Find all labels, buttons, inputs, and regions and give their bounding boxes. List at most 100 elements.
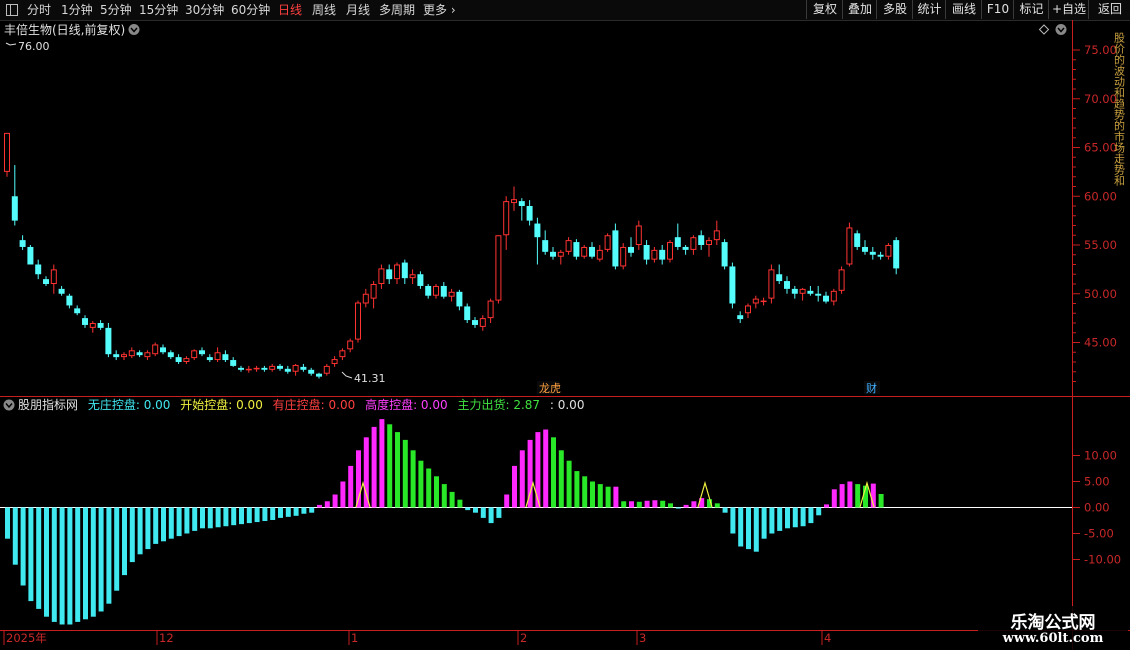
candle-6	[50, 264, 57, 294]
ind-bar-80	[629, 501, 634, 508]
candle-13	[105, 323, 112, 358]
period-tab-8[interactable]: 月线	[346, 1, 370, 19]
period-tab-2[interactable]: 5分钟	[100, 1, 132, 19]
candle-45	[355, 300, 361, 343]
candle-59	[464, 303, 471, 323]
candle-105	[823, 291, 829, 304]
ind-bar-91	[714, 503, 720, 508]
candle-64	[503, 196, 510, 250]
candle-29	[230, 357, 237, 367]
ind-bar-39	[309, 507, 315, 513]
period-tab-10[interactable]: 更多 ›	[423, 1, 456, 19]
ind-bar-81	[636, 501, 642, 508]
indicator-name: 股朋指标网	[18, 397, 78, 412]
ind-bar-107	[839, 484, 845, 508]
ind-bar-103	[808, 507, 814, 524]
badge-cai[interactable]: 财	[864, 381, 880, 395]
time-axis: 2025年 12 1 2 3 4	[3, 631, 831, 645]
indicator-menu-icon[interactable]	[3, 399, 15, 411]
candle-56	[440, 282, 447, 299]
period-tab-0[interactable]: 分时	[27, 1, 51, 19]
toolbar-button-0[interactable]: 复权	[806, 0, 843, 19]
ind-bar-71	[558, 450, 564, 508]
badge-longhu[interactable]: 龙虎	[537, 381, 561, 395]
ind-bar-63	[496, 507, 502, 518]
badge-cai-label: 财	[866, 381, 877, 395]
ind-bar-26	[207, 507, 213, 529]
indicator-y-axis: 10.00 5.00 0.00 -5.00 -10.00	[1072, 449, 1121, 567]
period-tab-9[interactable]: 多周期	[379, 1, 415, 19]
candle-75	[589, 242, 595, 259]
toolbar-button-6[interactable]: 标记	[1013, 0, 1049, 19]
time-label-3: 2	[520, 631, 527, 645]
toolbar-button-7[interactable]: +自选	[1048, 0, 1089, 19]
candle-73	[573, 239, 580, 260]
indicator-bars	[5, 419, 884, 625]
candle-3	[27, 245, 34, 265]
ind-bar-31	[246, 507, 252, 524]
period-tab-4[interactable]: 30分钟	[185, 1, 224, 19]
diamond-icon[interactable]	[1038, 24, 1050, 35]
ind-bar-101	[792, 507, 798, 528]
ind-bar-60	[473, 507, 478, 513]
ind-bar-34	[270, 507, 276, 520]
toolbar-button-8[interactable]: 返回	[1088, 0, 1130, 19]
period-tab-5[interactable]: 60分钟	[231, 1, 270, 19]
ind-bar-51	[402, 439, 408, 508]
period-tab-6[interactable]: 日线	[278, 1, 302, 19]
candle-46	[362, 288, 369, 308]
ind-tick-label-4: -10.00	[1084, 553, 1121, 567]
candle-48	[378, 264, 385, 289]
ind-bar-56	[441, 484, 447, 508]
candle-21	[167, 350, 174, 360]
candle-18	[144, 350, 151, 361]
ind-bar-6	[51, 507, 57, 622]
candle-15	[121, 352, 127, 361]
ind-bar-74	[582, 476, 588, 508]
window-icon[interactable]	[6, 4, 18, 16]
ind-bar-32	[254, 507, 260, 523]
ind-bar-99	[777, 507, 783, 531]
candle-111	[869, 246, 876, 260]
toolbar-button-2[interactable]: 多股	[876, 0, 913, 19]
legend-gaodu: 高度控盘: 0.00	[365, 397, 448, 412]
toolbar-button-4[interactable]: 画线	[945, 0, 982, 19]
main-header: 丰倍生物(日线,前复权)	[4, 22, 1067, 37]
candle-69	[542, 230, 549, 255]
candle-61	[479, 315, 486, 331]
toolbar-button-1[interactable]: 叠加	[842, 0, 877, 19]
top-toolbar: 分时 1分钟 5分钟 15分钟 30分钟 60分钟 日线 周线 月线 多周期 更多 › 复权 叠加 多股…	[0, 0, 1130, 21]
ind-bar-18	[145, 507, 151, 550]
ind-bar-58	[457, 499, 463, 508]
candlestick-series	[4, 132, 900, 379]
ind-bar-17	[137, 507, 143, 555]
watermark-url: www.60lt.com	[1002, 631, 1104, 646]
period-tab-7[interactable]: 周线	[312, 1, 336, 19]
ind-bar-59	[465, 507, 471, 511]
legend-extra: : 0.00	[550, 398, 585, 412]
ind-bar-57	[449, 491, 455, 508]
period-tab-1[interactable]: 1分钟	[61, 1, 93, 19]
ind-bar-33	[262, 507, 268, 522]
ind-bar-24	[192, 507, 198, 531]
dropdown-icon[interactable]	[128, 24, 140, 35]
toolbar-button-3[interactable]: 统计	[912, 0, 946, 19]
candle-43	[339, 348, 346, 361]
ind-bar-13	[106, 507, 112, 604]
ind-bar-109	[855, 484, 861, 508]
period-tab-3[interactable]: 15分钟	[139, 1, 178, 19]
ind-bar-15	[122, 507, 127, 576]
candle-90	[706, 237, 712, 257]
kline-chart[interactable]: 丰倍生物(日线,前复权) 75.0070.0065.0060.0055.0050…	[0, 20, 1130, 650]
ind-bar-94	[738, 507, 744, 547]
candle-99	[776, 264, 783, 284]
candle-71	[557, 249, 564, 265]
toolbar-button-5[interactable]: F10	[981, 0, 1014, 19]
candle-70	[550, 246, 556, 260]
ind-bar-27	[215, 507, 221, 528]
ind-bar-76	[597, 484, 603, 508]
candle-39	[308, 367, 315, 376]
candle-96	[752, 295, 759, 309]
ind-bar-19	[153, 507, 159, 544]
close-panel-icon[interactable]	[1055, 24, 1067, 35]
